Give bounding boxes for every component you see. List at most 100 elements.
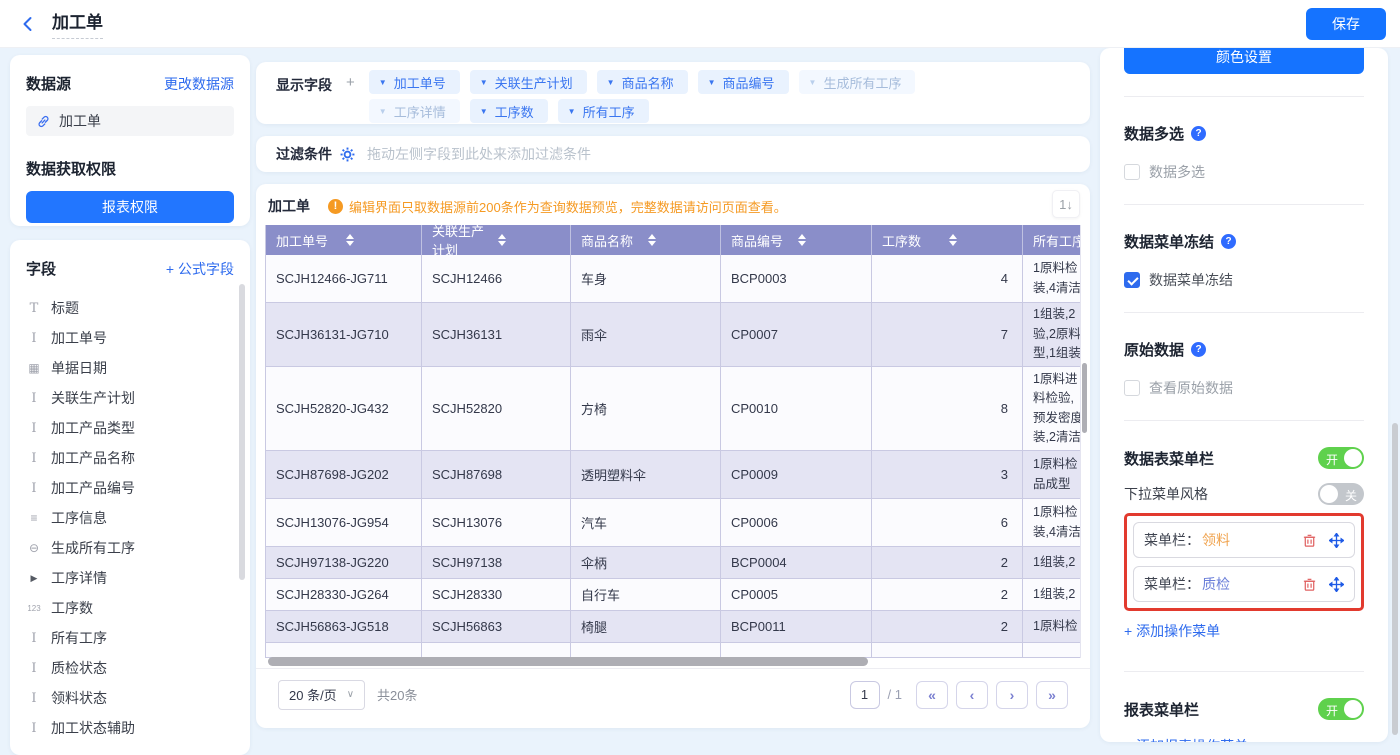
field-item[interactable]: ⊖生成所有工序: [26, 533, 234, 563]
field-item[interactable]: I加工产品编号: [26, 473, 234, 503]
row-order-icon[interactable]: 1↓: [1052, 190, 1080, 218]
multi-select-checkbox-row[interactable]: 数据多选: [1124, 162, 1364, 182]
datasource-item[interactable]: 加工单: [26, 106, 234, 136]
column-header[interactable]: 关联生产计划: [422, 225, 571, 255]
column-header[interactable]: 加工单号: [266, 225, 422, 255]
sort-arrows-icon[interactable]: [798, 234, 861, 246]
field-item[interactable]: I加工产品类型: [26, 413, 234, 443]
field-item[interactable]: I加工单号: [26, 323, 234, 353]
help-icon[interactable]: ?: [1191, 342, 1206, 357]
formula-field-link[interactable]: + 公式字段: [166, 259, 234, 279]
display-field-tag[interactable]: ▼所有工序: [558, 99, 649, 123]
display-field-tag[interactable]: ▼加工单号: [369, 70, 460, 94]
delete-icon[interactable]: [1302, 533, 1317, 548]
display-field-tag[interactable]: ▼工序数: [470, 99, 548, 123]
field-item[interactable]: ▶工序详情: [26, 563, 234, 593]
checkbox-unchecked[interactable]: [1124, 164, 1140, 180]
sort-arrows-icon[interactable]: [498, 234, 560, 246]
add-display-field-icon[interactable]: +: [346, 74, 355, 91]
help-icon[interactable]: ?: [1191, 126, 1206, 141]
menu-bar-item[interactable]: 菜单栏： 领料: [1133, 522, 1355, 558]
page-size-select[interactable]: 20 条/页 ∨: [278, 680, 365, 710]
datasource-item-label: 加工单: [59, 111, 101, 131]
page-number-input[interactable]: 1: [850, 681, 880, 709]
gear-icon[interactable]: [340, 147, 355, 162]
preview-warning: ! 编辑界面只取数据源前200条作为查询数据预览，完整数据请访问页面查看。: [328, 197, 787, 216]
display-field-tag[interactable]: ▼商品编号: [698, 70, 789, 94]
sort-arrows-icon[interactable]: [949, 234, 1012, 246]
field-item[interactable]: I所有工序: [26, 623, 234, 653]
column-header[interactable]: 工序数: [872, 225, 1023, 255]
menu-freeze-title: 数据菜单冻结: [1124, 231, 1214, 252]
field-item[interactable]: I关联生产计划: [26, 383, 234, 413]
table-horizontal-scrollbar[interactable]: [265, 657, 1081, 667]
add-report-menu-link[interactable]: + 添加报表操作菜单: [1124, 736, 1364, 742]
filter-label: 过滤条件: [276, 144, 332, 164]
tag-label: 加工单号: [394, 73, 446, 92]
text-field-icon: I: [26, 331, 42, 346]
color-settings-button[interactable]: 颜色设置: [1124, 48, 1364, 74]
dropdown-style-toggle-off[interactable]: 关: [1318, 483, 1364, 505]
menu-freeze-checkbox-row[interactable]: 数据菜单冻结: [1124, 270, 1364, 290]
multi-select-title: 数据多选: [1124, 123, 1184, 144]
prev-page-button[interactable]: ‹: [956, 681, 988, 709]
sort-arrows-icon[interactable]: [346, 234, 412, 246]
add-action-menu-link[interactable]: + 添加操作菜单: [1124, 621, 1364, 641]
title-field-icon: T: [26, 301, 42, 316]
cell-all-procs: 1组装,2: [1023, 579, 1081, 610]
field-list: T标题 I加工单号 ▦单据日期 I关联生产计划 I加工产品类型 I加工产品名称 …: [26, 293, 234, 743]
cell-proc-count: 2: [872, 579, 1023, 610]
column-header[interactable]: 商品名称: [571, 225, 721, 255]
page-scrollbar[interactable]: [1392, 423, 1398, 735]
cell-product: 汽车: [571, 499, 721, 546]
change-datasource-link[interactable]: 更改数据源: [164, 74, 234, 94]
field-item[interactable]: ▦单据日期: [26, 353, 234, 383]
divider: [1124, 204, 1364, 205]
hscroll-thumb[interactable]: [268, 657, 868, 666]
first-page-button[interactable]: «: [916, 681, 948, 709]
raw-data-checkbox-row[interactable]: 查看原始数据: [1124, 378, 1364, 398]
save-button[interactable]: 保存: [1306, 8, 1386, 40]
display-field-tag[interactable]: ▼商品名称: [597, 70, 688, 94]
display-field-tag-disabled[interactable]: ▼生成所有工序: [799, 70, 916, 94]
delete-icon[interactable]: [1302, 577, 1317, 592]
cell-plan: SCJH13076: [422, 499, 571, 546]
column-label: 商品编号: [731, 231, 794, 250]
pagination-bar: 20 条/页 ∨ 共20条 1 / 1 « ‹ › »: [256, 668, 1090, 720]
cell-order-no: SCJH56863-JG518: [266, 611, 422, 642]
page-total-label: / 1: [888, 687, 902, 702]
field-item[interactable]: I加工状态辅助: [26, 713, 234, 743]
display-field-tag-disabled[interactable]: ▼工序详情: [369, 99, 460, 123]
display-field-tag[interactable]: ▼关联生产计划: [470, 70, 587, 94]
next-page-button[interactable]: ›: [996, 681, 1028, 709]
column-header[interactable]: 商品编号: [721, 225, 872, 255]
move-icon[interactable]: [1329, 577, 1344, 592]
last-page-button[interactable]: »: [1036, 681, 1068, 709]
checkbox-unchecked[interactable]: [1124, 380, 1140, 396]
field-item[interactable]: I质检状态: [26, 653, 234, 683]
back-button[interactable]: [14, 10, 42, 38]
field-item[interactable]: I加工产品名称: [26, 443, 234, 473]
table-card: 加工单 ! 编辑界面只取数据源前200条作为查询数据预览，完整数据请访问页面查看…: [256, 184, 1090, 728]
column-header[interactable]: 所有工序: [1023, 225, 1081, 255]
fields-scrollbar[interactable]: [239, 284, 245, 580]
field-item[interactable]: I领料状态: [26, 683, 234, 713]
field-item[interactable]: T标题: [26, 293, 234, 323]
warning-icon: !: [328, 199, 343, 214]
filter-dropzone-placeholder[interactable]: 拖动左侧字段到此处来添加过滤条件: [367, 144, 591, 164]
sort-arrows-icon[interactable]: [648, 234, 711, 246]
table-menu-toggle-on[interactable]: 开: [1318, 447, 1364, 469]
menu-bar-item[interactable]: 菜单栏： 质检: [1133, 566, 1355, 602]
cell-plan: SCJH12466: [422, 255, 571, 302]
move-icon[interactable]: [1329, 533, 1344, 548]
help-icon[interactable]: ?: [1221, 234, 1236, 249]
text-field-icon: I: [26, 421, 42, 436]
checkbox-checked[interactable]: [1124, 272, 1140, 288]
report-permission-button[interactable]: 报表权限: [26, 191, 234, 223]
field-item[interactable]: 123工序数: [26, 593, 234, 623]
table-vertical-scrollbar[interactable]: [1082, 363, 1087, 433]
report-menu-toggle-on[interactable]: 开: [1318, 698, 1364, 720]
field-label: 工序信息: [51, 508, 107, 528]
chevron-down-icon: ▼: [379, 107, 387, 116]
field-item[interactable]: ≡工序信息: [26, 503, 234, 533]
